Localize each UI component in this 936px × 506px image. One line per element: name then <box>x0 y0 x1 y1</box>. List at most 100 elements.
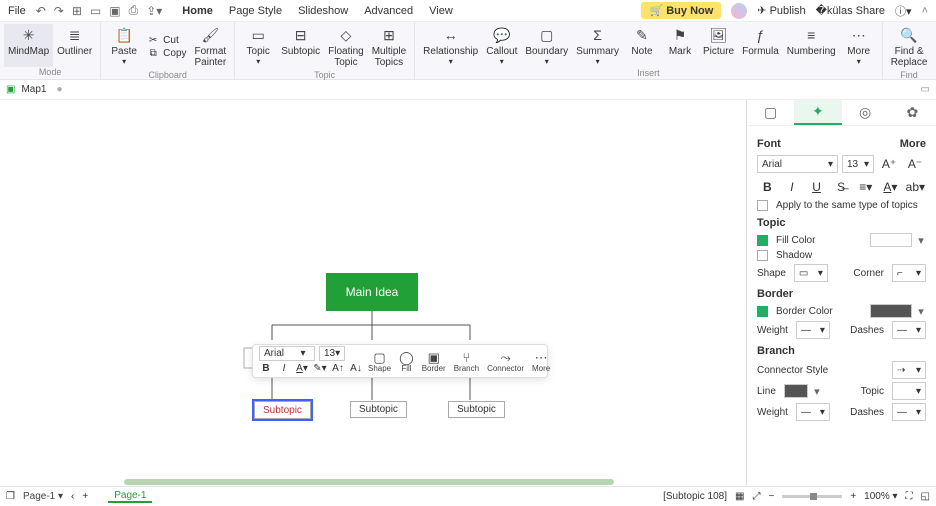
font-family-select[interactable]: Arial▾ <box>757 155 838 173</box>
strike-button[interactable]: S̶ <box>831 177 852 197</box>
branch-dashes-select[interactable]: —▾ <box>892 403 926 421</box>
page-tab[interactable]: Page-1 <box>108 490 152 503</box>
map-tab[interactable]: Map1 <box>15 82 52 97</box>
topic-button[interactable]: ▭Topic▾ <box>239 24 277 70</box>
ctx-increase-font[interactable]: A↑ <box>331 363 345 374</box>
node-subtopic[interactable]: Subtopic <box>448 401 505 418</box>
border-color-checkbox[interactable] <box>757 306 768 317</box>
boundary-button[interactable]: ▢Boundary▾ <box>521 24 572 68</box>
redo-icon[interactable]: ↷ <box>54 4 64 18</box>
new-icon[interactable]: ⊞ <box>72 4 82 18</box>
zoom-value[interactable]: 100% ▾ <box>864 491 897 502</box>
ctx-fontcolor[interactable]: A▾ <box>295 363 309 374</box>
increase-font-icon[interactable]: A⁺ <box>878 154 900 174</box>
summary-button[interactable]: ΣSummary▾ <box>572 24 623 68</box>
ctx-bold[interactable]: B <box>259 363 273 374</box>
tab-slideshow[interactable]: Slideshow <box>298 5 348 17</box>
add-page-icon[interactable]: + <box>82 491 88 502</box>
mindmap-button[interactable]: ✳MindMap <box>4 24 53 67</box>
file-menu[interactable]: File <box>8 5 26 17</box>
subtopic-button[interactable]: ⊟Subtopic <box>277 24 324 70</box>
print-icon[interactable]: ⎙ <box>129 3 139 18</box>
buy-now-button[interactable]: 🛒 Buy Now <box>641 2 721 19</box>
font-size-select[interactable]: 13▾ <box>842 155 874 173</box>
node-main-idea[interactable]: Main Idea <box>326 273 418 311</box>
tab-advanced[interactable]: Advanced <box>364 5 413 17</box>
shadow-checkbox[interactable] <box>757 250 768 261</box>
node-subtopic-selected[interactable]: Subtopic <box>254 401 311 419</box>
note-button[interactable]: ✎Note <box>623 24 661 68</box>
view-mode-icon[interactable]: ▦ <box>735 491 744 502</box>
paste-button[interactable]: 📋Paste▾ <box>105 24 143 70</box>
case-button[interactable]: ab▾ <box>905 177 926 197</box>
collapse-ribbon-icon[interactable]: ˄ <box>922 5 928 17</box>
tab-pagestyle[interactable]: Page Style <box>229 5 282 17</box>
sidetab-task[interactable]: ◎ <box>842 101 889 124</box>
numbering-button[interactable]: ≡Numbering <box>783 24 840 68</box>
outliner-button[interactable]: ≣Outliner <box>53 24 96 67</box>
font-more[interactable]: More <box>900 138 926 150</box>
branch-topic-select[interactable]: ▾ <box>892 382 926 400</box>
format-painter-button[interactable]: 🖌Format Painter <box>191 24 231 70</box>
fill-color-drop[interactable]: ▾ <box>916 234 926 247</box>
connector-style-select[interactable]: ⇢▾ <box>892 361 926 379</box>
italic-button[interactable]: I <box>782 177 803 197</box>
ctx-more[interactable]: ⋯More <box>529 350 553 373</box>
branch-weight-select[interactable]: —▾ <box>796 403 830 421</box>
floating-topic-button[interactable]: ◇Floating Topic <box>324 24 368 70</box>
open-icon[interactable]: ▭ <box>90 4 101 18</box>
horizontal-scrollbar[interactable] <box>0 476 746 486</box>
undo-icon[interactable]: ↶ <box>36 4 46 18</box>
tab-view[interactable]: View <box>429 5 453 17</box>
formula-button[interactable]: ƒFormula <box>738 24 783 68</box>
ctx-shape[interactable]: ▢Shape <box>365 350 394 373</box>
border-dashes-select[interactable]: —▾ <box>892 321 926 339</box>
relationship-button[interactable]: ↔Relationship▾ <box>419 24 482 68</box>
ctx-decrease-font[interactable]: A↓ <box>349 363 363 374</box>
border-color-swatch[interactable] <box>870 304 912 318</box>
sidetab-format[interactable]: ✦ <box>794 100 841 125</box>
align-button[interactable]: ≡▾ <box>855 177 876 197</box>
sidetab-style[interactable]: ▢ <box>747 101 794 124</box>
cut-button[interactable]: ✂Cut <box>147 35 186 46</box>
apply-same-checkbox[interactable] <box>757 200 768 211</box>
help-icon[interactable]: ⓘ▾ <box>895 3 912 19</box>
border-weight-select[interactable]: —▾ <box>796 321 830 339</box>
fill-color-checkbox[interactable] <box>757 235 768 246</box>
publish-button[interactable]: ✈ Publish <box>757 4 805 17</box>
underline-button[interactable]: U <box>806 177 827 197</box>
ctx-font-select[interactable]: Arial▾ <box>259 346 315 361</box>
zoom-slider[interactable] <box>782 495 842 498</box>
ctx-border[interactable]: ▣Border <box>419 350 449 373</box>
expand-panel-icon[interactable]: ▭ <box>921 84 930 95</box>
focus-icon[interactable]: ◱ <box>921 491 930 502</box>
ctx-highlight[interactable]: ✎▾ <box>313 363 327 374</box>
pages-icon[interactable]: ❐ <box>6 491 15 502</box>
find-replace-button[interactable]: 🔍Find & Replace <box>887 24 932 70</box>
callout-button[interactable]: 💬Callout▾ <box>482 24 521 68</box>
shape-select[interactable]: ▭▾ <box>794 264 828 282</box>
page-select[interactable]: Page-1 ▾ <box>23 491 63 502</box>
ctx-connector[interactable]: ⤳Connector <box>484 350 527 373</box>
fullscreen-icon[interactable]: ⛶ <box>906 491 913 502</box>
decrease-font-icon[interactable]: A⁻ <box>904 154 926 174</box>
map-tab-close-icon[interactable]: ● <box>56 84 62 95</box>
ctx-italic[interactable]: I <box>277 363 291 374</box>
avatar[interactable] <box>731 3 747 19</box>
more-insert-button[interactable]: ⋯More▾ <box>840 24 878 68</box>
line-color-drop[interactable]: ▾ <box>812 385 822 398</box>
multiple-topics-button[interactable]: ⊞Multiple Topics <box>368 24 410 70</box>
copy-button[interactable]: ⧉Copy <box>147 48 186 59</box>
font-color-button[interactable]: A▾ <box>880 177 901 197</box>
sidetab-theme[interactable]: ✿ <box>889 101 936 124</box>
mark-button[interactable]: ⚑Mark <box>661 24 699 68</box>
picture-button[interactable]: 🖼Picture <box>699 24 738 68</box>
zoom-out-icon[interactable]: − <box>768 491 774 502</box>
fill-color-swatch[interactable] <box>870 233 912 247</box>
corner-select[interactable]: ⌐▾ <box>892 264 926 282</box>
line-color-swatch[interactable] <box>784 384 808 398</box>
canvas[interactable]: Main Idea Subtopic Subtopic Subtopic Ari… <box>0 100 746 486</box>
node-subtopic[interactable]: Subtopic <box>350 401 407 418</box>
export-icon[interactable]: ⇪▾ <box>146 4 162 18</box>
ctx-branch[interactable]: ⑂Branch <box>451 350 482 373</box>
